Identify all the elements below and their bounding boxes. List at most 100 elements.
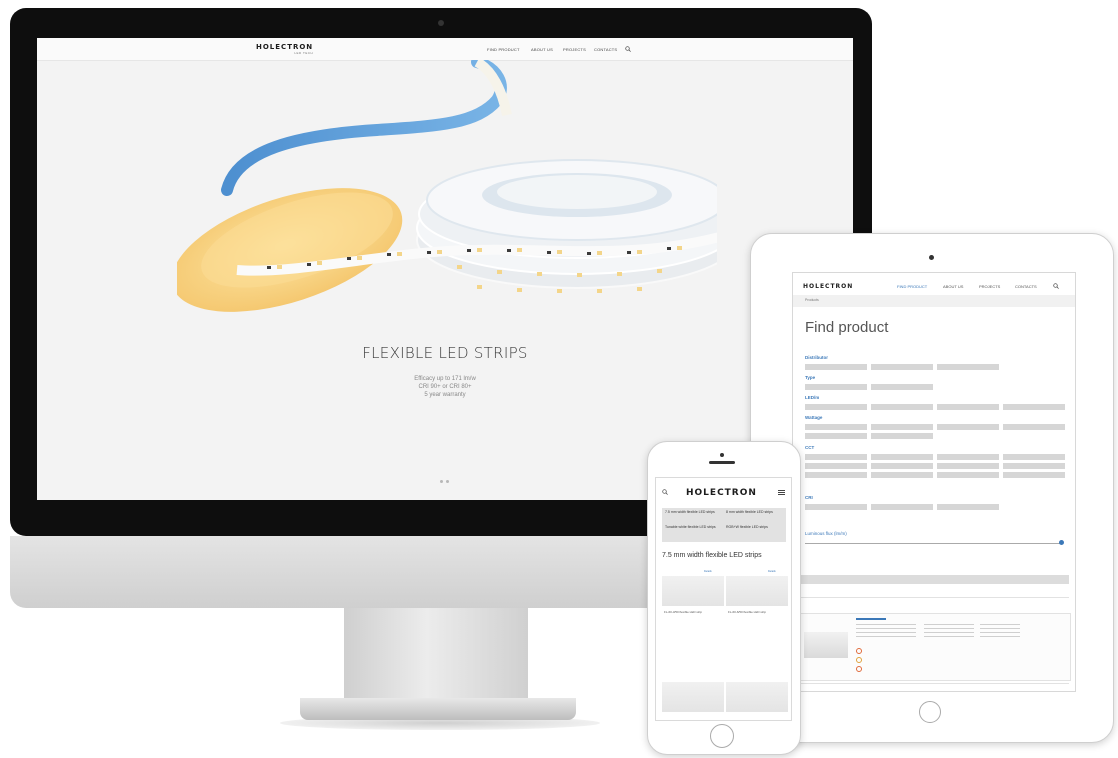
filter-chip[interactable]: [937, 404, 999, 410]
filter-chip[interactable]: [937, 364, 999, 370]
product-detail-panel: [799, 613, 1071, 681]
filter-chip[interactable]: [871, 404, 933, 410]
product-thumbnail: [804, 632, 848, 658]
nav-about-us[interactable]: ABOUT US: [531, 47, 553, 52]
filter-chip[interactable]: [937, 424, 999, 430]
filter-label: Wattage: [805, 415, 823, 420]
nav-projects[interactable]: PROJECTS: [563, 47, 586, 52]
details-link[interactable]: Details: [704, 570, 712, 573]
slider-handle[interactable]: [1059, 540, 1064, 545]
category-item[interactable]: 7.5 mm width flexible LED strips: [665, 510, 721, 515]
product-specs: [924, 624, 974, 640]
filter-chip[interactable]: [805, 463, 867, 469]
filter-chip[interactable]: [937, 504, 999, 510]
filter-chip[interactable]: [1003, 454, 1065, 460]
filter-chip[interactable]: [937, 463, 999, 469]
home-button[interactable]: [710, 724, 734, 748]
hero-led-strip-image: [177, 60, 717, 312]
filter-chip[interactable]: [1003, 404, 1065, 410]
hamburger-menu-icon[interactable]: [778, 490, 785, 495]
category-item[interactable]: 8 mm width flexible LED strips: [726, 510, 782, 515]
table-row[interactable]: [799, 683, 1069, 691]
filter-chip[interactable]: [871, 472, 933, 478]
phone-logo[interactable]: HOLECTRON: [686, 488, 757, 498]
filter-chip[interactable]: [937, 472, 999, 478]
desktop-logo[interactable]: HOLECTRON LED TECH: [256, 43, 313, 55]
section-title: 7.5 mm width flexible LED strips: [662, 552, 762, 559]
breadcrumb[interactable]: Products: [805, 298, 819, 302]
download-icon[interactable]: [856, 666, 862, 672]
filter-chip[interactable]: [871, 433, 933, 439]
home-button[interactable]: [919, 701, 941, 723]
filter-chip[interactable]: [805, 504, 867, 510]
filter-label: Distributor: [805, 355, 828, 360]
filter-chip[interactable]: [805, 424, 867, 430]
filter-chip[interactable]: [805, 404, 867, 410]
camera-icon: [720, 453, 724, 457]
category-item[interactable]: Tunable white flexible LED strips: [665, 525, 721, 530]
filter-chip[interactable]: [805, 454, 867, 460]
hero-line: 5 year warranty: [424, 392, 466, 398]
filter-label: Type: [805, 375, 816, 380]
product-image: [726, 576, 788, 606]
page-title: Find product: [805, 319, 889, 336]
product-specs: [856, 624, 916, 640]
slider-dot[interactable]: [440, 480, 443, 483]
table-row[interactable]: [799, 589, 1069, 598]
nav-find-product[interactable]: FIND PRODUCT: [487, 47, 520, 52]
search-icon[interactable]: [1053, 283, 1059, 289]
filter-chip[interactable]: [805, 472, 867, 478]
filter-chip[interactable]: [871, 504, 933, 510]
filter-chip[interactable]: [937, 454, 999, 460]
tablet-nav-about-us[interactable]: ABOUT US: [943, 284, 963, 289]
product-image: [662, 576, 724, 606]
search-icon[interactable]: [625, 46, 631, 52]
hero-line: Efficacy up to 171 lm/w: [414, 376, 476, 382]
product-link[interactable]: [856, 618, 886, 620]
details-link[interactable]: Details: [768, 570, 776, 573]
filter-chip[interactable]: [805, 364, 867, 370]
filter-chip[interactable]: [1003, 463, 1065, 469]
filter-chip[interactable]: [871, 463, 933, 469]
search-icon[interactable]: [662, 489, 668, 495]
filter-chip[interactable]: [805, 433, 867, 439]
tablet-logo[interactable]: HOLECTRON: [803, 283, 853, 290]
hero-title: FLEXIBLE LED STRIPS: [362, 344, 528, 362]
filter-chip[interactable]: [871, 424, 933, 430]
filter-label: LED/m: [805, 395, 820, 400]
download-icon[interactable]: [856, 657, 862, 663]
product-card[interactable]: FL-60-3/50 flexible LED strip Details: [662, 570, 724, 650]
imac-foot: [300, 698, 576, 720]
hero-line: CRI 90+ or CRI 80+: [418, 384, 472, 390]
filter-chip[interactable]: [871, 454, 933, 460]
product-image: [662, 682, 724, 712]
range-slider[interactable]: [805, 543, 1063, 544]
download-icon[interactable]: [856, 648, 862, 654]
filter-chip[interactable]: [1003, 424, 1065, 430]
logo-text: HOLECTRON: [256, 43, 314, 51]
phone-screen: HOLECTRON 7.5 mm width flexible LED stri…: [655, 477, 792, 721]
desktop-screen: HOLECTRON LED TECH FIND PRODUCT ABOUT US…: [37, 38, 853, 500]
logo-subtext: LED TECH: [294, 51, 314, 55]
tablet-nav-contacts[interactable]: CONTACTS: [1015, 284, 1037, 289]
imac-stand: [344, 608, 528, 698]
product-specs: [980, 624, 1020, 640]
filter-label: CCT: [805, 445, 815, 450]
filter-chip[interactable]: [1003, 472, 1065, 478]
nav-contacts[interactable]: CONTACTS: [594, 47, 617, 52]
product-name: FL-60-3/50 flexible LED strip: [664, 610, 703, 614]
product-card[interactable]: FL-60-6/50 flexible LED strip Details: [726, 570, 788, 650]
tablet-nav-projects[interactable]: PROJECTS: [979, 284, 1000, 289]
filter-label: CRI: [805, 495, 813, 500]
filter-chip[interactable]: [805, 384, 867, 390]
table-header: [799, 575, 1069, 584]
tablet-screen: HOLECTRON FIND PRODUCT ABOUT US PROJECTS…: [792, 272, 1076, 692]
breadcrumb-bar: Products: [793, 295, 1075, 307]
slider-dot[interactable]: [446, 480, 449, 483]
camera-icon: [929, 255, 934, 260]
range-label: Luminous flux (lm/m): [805, 531, 847, 536]
filter-chip[interactable]: [871, 364, 933, 370]
tablet-nav-find-product[interactable]: FIND PRODUCT: [897, 284, 927, 289]
category-item[interactable]: RGB+W flexible LED strips: [726, 525, 782, 530]
filter-chip[interactable]: [871, 384, 933, 390]
